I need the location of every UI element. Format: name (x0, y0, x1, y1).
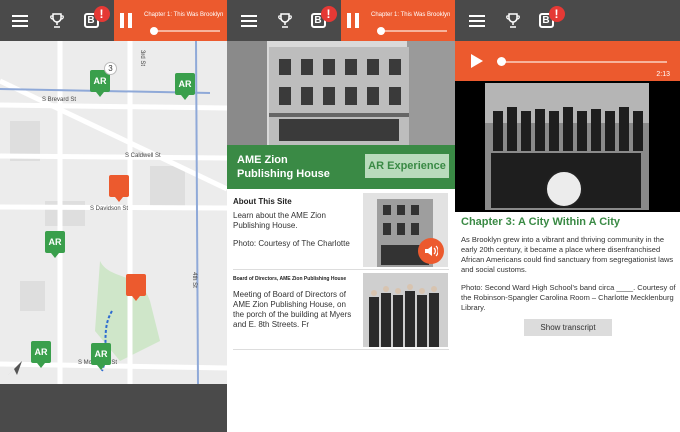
app-screens: B ! Chapter 1: This Was Brooklyn S Breva… (0, 0, 680, 432)
video-progress-track[interactable] (499, 61, 667, 63)
chapter-body: As Brooklyn grew into a vibrant and thri… (461, 235, 674, 274)
audio-player: Chapter 1: This Was Brooklyn (341, 0, 455, 41)
progress-track[interactable] (379, 30, 447, 32)
menu-icon[interactable] (237, 0, 261, 41)
item-text: Meeting of Board of Directors of AME Zio… (233, 290, 352, 329)
band-photo-frame (455, 81, 680, 212)
trophy-icon[interactable] (274, 0, 296, 41)
speaker-icon[interactable] (418, 238, 444, 264)
bottom-bar (0, 384, 227, 432)
band-photo (455, 81, 680, 212)
map-screen: B ! Chapter 1: This Was Brooklyn S Breva… (0, 0, 227, 432)
progress-knob[interactable] (377, 27, 385, 35)
menu-icon[interactable] (8, 0, 32, 41)
street-label: 4th St (190, 272, 197, 288)
badges-icon[interactable]: B ! (307, 0, 337, 41)
site-marker[interactable] (126, 274, 146, 301)
about-text: Learn about the AME Zion Publishing Hous… (233, 211, 326, 230)
pause-button[interactable] (120, 13, 132, 28)
top-bar: B ! Chapter 1: This Was Brooklyn (227, 0, 455, 41)
ar-marker[interactable]: AR (91, 343, 111, 370)
map-view[interactable]: S Brevard St S Caldwell St S Davidson St… (0, 41, 227, 384)
alert-badge: ! (320, 6, 337, 22)
board-photo[interactable] (363, 273, 448, 347)
video-duration: 2:13 (656, 71, 670, 78)
chapter-label: Chapter 1: This Was Brooklyn (144, 12, 224, 18)
badges-icon[interactable]: B ! (535, 0, 565, 41)
site-title: AME Zion Publishing House (237, 153, 330, 181)
ar-experience-button[interactable]: AR Experience (365, 154, 449, 178)
video-player: 2:13 (455, 41, 680, 81)
top-bar: B ! Chapter 1: This Was Brooklyn (0, 0, 227, 41)
location-arrow-icon[interactable] (6, 359, 24, 377)
site-title-line: Publishing House (237, 168, 330, 180)
cluster-count[interactable]: 3 (104, 62, 117, 75)
show-transcript-button[interactable]: Show transcript (524, 319, 612, 336)
building-photo (227, 41, 455, 145)
site-marker[interactable] (109, 175, 129, 202)
street-label: 3rd St (139, 49, 146, 67)
site-screen: B ! Chapter 1: This Was Brooklyn AME Zio… (227, 0, 455, 432)
alert-badge: ! (93, 6, 110, 22)
ar-marker[interactable]: AR (175, 73, 195, 100)
chapter-screen: B ! 2:13 Chapter 3: A City Within A City… (455, 0, 680, 432)
site-title-line: AME Zion (237, 154, 288, 166)
site-banner: AME Zion Publishing House AR Experience (227, 145, 455, 189)
chapter-photo-credit: Photo: Second Ward High School's band ci… (461, 283, 676, 312)
alert-badge: ! (548, 6, 565, 22)
ar-marker[interactable]: AR (45, 231, 65, 258)
trophy-icon[interactable] (46, 0, 68, 41)
badges-icon[interactable]: B ! (80, 0, 110, 41)
street-label: S Davidson St (90, 206, 129, 212)
street-label: S Caldwell St (125, 153, 161, 159)
about-heading: About This Site (233, 197, 292, 206)
chapter-title: Chapter 3: A City Within A City (461, 216, 620, 228)
divider (233, 269, 449, 270)
ar-marker[interactable]: AR (31, 341, 51, 368)
audio-player: Chapter 1: This Was Brooklyn (114, 0, 227, 41)
pause-button[interactable] (347, 13, 359, 28)
divider (233, 349, 449, 350)
chapter-label: Chapter 1: This Was Brooklyn (371, 12, 451, 18)
progress-knob[interactable] (150, 27, 158, 35)
photo-credit: Photo: Courtesy of The Charlotte (233, 239, 350, 248)
video-progress-knob[interactable] (497, 57, 506, 66)
top-bar: B ! (455, 0, 680, 41)
play-button[interactable] (471, 54, 483, 68)
trophy-icon[interactable] (502, 0, 524, 41)
progress-track[interactable] (152, 30, 220, 32)
menu-icon[interactable] (465, 0, 489, 41)
street-label: S Brevard St (42, 97, 77, 103)
item-heading: Board of Directors, AME Zion Publishing … (233, 276, 347, 282)
